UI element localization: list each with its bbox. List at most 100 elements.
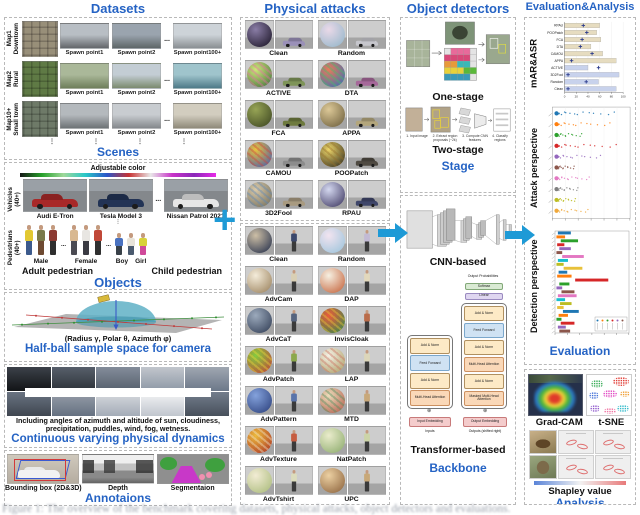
attack-sphere-thumb: [245, 386, 274, 415]
map-label: Map1Downtown: [7, 23, 21, 54]
scene-thumbnail: [173, 103, 222, 129]
tf-output-embedding: Output Embedding: [463, 417, 507, 427]
attack-label: DTA: [345, 90, 358, 97]
adversarial-texture-sphere: [320, 102, 345, 127]
tf-add-norm: Add & Norm: [464, 340, 504, 355]
svg-text:Random: Random: [551, 80, 564, 84]
scene-thumbnail: [112, 63, 161, 89]
attack-subject-thumb: [275, 100, 313, 129]
attack-unit: Clean: [244, 20, 313, 60]
person-silhouette: [290, 390, 297, 413]
shapley-label: Shapley value: [528, 486, 632, 497]
attack-label: POOPatch: [335, 170, 369, 177]
spawn-label: Spawn point100+: [174, 50, 222, 56]
attack-sphere-thumb: [318, 426, 347, 455]
adversarial-texture-sphere: [247, 348, 272, 373]
stage-section: One-stage 1. Input image 2. Extract regi…: [400, 17, 516, 193]
vehicle-thumbnail: [23, 179, 87, 212]
bbox-cell: Bounding box (2D&3D): [6, 454, 80, 492]
attack-subject-thumb: [348, 346, 386, 375]
attack-unit: DTA: [317, 60, 386, 100]
child-silhouette: [126, 233, 136, 257]
step-label: 4. Classify regions: [489, 135, 511, 142]
car-silhouette: [282, 156, 304, 167]
adversarial-texture-sphere: [320, 142, 345, 167]
scene-thumbnail: [112, 103, 161, 129]
attack-label: Clean: [269, 50, 288, 57]
svg-text:80: 80: [610, 95, 614, 99]
tsne-thumbnail: [586, 374, 632, 416]
attack-unit: FCA: [244, 100, 313, 140]
spawn-label: Spawn point100+: [174, 130, 222, 136]
object-detectors-title: Object detectors: [398, 1, 518, 16]
mar-asr-plot: RPAUPOOPatchFCADTACAMOUAPPAACTIVE3D2Fool…: [541, 20, 633, 106]
attack-unit: APPA: [317, 100, 386, 140]
white-strip: [25, 388, 211, 397]
ellipsis-dots: ...: [154, 196, 162, 203]
annotation-thumbnails: Bounding box (2D&3D) Depth Segmentaion: [6, 454, 230, 492]
vehicle-attacks-box: CleanRandomACTIVEDTAFCAAPPACAMOUPOOPatch…: [240, 17, 390, 221]
person-silhouette: [363, 470, 370, 493]
spawn-label: Spawn point1: [66, 130, 104, 136]
attack-sphere-thumb: [245, 140, 274, 169]
backbone-section: CNN-based Output Probabilities Softmax L…: [400, 195, 516, 505]
adversarial-texture-sphere: [247, 388, 272, 413]
map-area: Small town: [14, 103, 21, 136]
car-silhouette-white: [173, 192, 219, 209]
adjustable-color-label: Adjustable color: [6, 165, 230, 172]
attack-label: ACTIVE: [266, 90, 291, 97]
ellipsis-dots: ...: [163, 36, 171, 43]
attack-subject-thumb: [348, 386, 386, 415]
map-thumbnail: [22, 101, 58, 137]
depth-thumbnail: [82, 454, 154, 484]
spawn-label: Spawn point2: [118, 50, 156, 56]
attack-label: InvisCloak: [335, 336, 369, 343]
scene-row: Map2RuralSpawn point1Spawn point2...Spaw…: [6, 59, 230, 99]
attack-label: AdvCam: [265, 296, 293, 303]
female-group: Female: [69, 225, 103, 265]
step-label: 1. Input image: [405, 135, 429, 142]
attack-unit: UPC: [317, 466, 386, 505]
vehicle-name: Audi E-Tron: [37, 213, 74, 220]
detection-perspective-block: Detection perspective: [527, 230, 633, 342]
attack-label: Clean: [269, 256, 288, 263]
child-silhouette: [114, 233, 124, 257]
attack-label: DAP: [344, 296, 358, 303]
attack-unit: AdvTshirt: [244, 466, 313, 505]
camera-label: Half-ball sample space for camera: [6, 343, 230, 355]
adversarial-texture-sphere: [247, 182, 272, 207]
scene-thumbnail: [173, 23, 222, 49]
map-label: Map10+Small town: [7, 103, 21, 136]
dynamics-grid: [7, 367, 229, 416]
depth-cell: Depth: [81, 454, 155, 492]
attack-unit: Clean: [244, 226, 313, 266]
map-thumbnail: [22, 61, 58, 97]
camera-params: (Radius γ, Polar θ, Azimuth φ): [6, 334, 230, 343]
attack-unit: DAP: [317, 266, 386, 306]
ellipsis-dots: ...: [105, 242, 112, 248]
adversarial-texture-sphere: [247, 308, 272, 333]
shapley-photo: [529, 430, 557, 454]
segmentation-cell: Segmentaion: [156, 454, 230, 492]
attack-label: UPC: [344, 496, 358, 503]
datasets-title: Datasets: [4, 1, 232, 16]
scenes-section: Map1Downtown Spawn point1 Spawn point2... S…: [4, 17, 232, 160]
person-attack-grid: CleanRandomAdvCamDAPAdvCaTInvisCloakAdvP…: [244, 226, 386, 505]
attack-sphere-thumb: [318, 306, 347, 335]
step-label: 2. Extract region proposals (~2k): [429, 135, 461, 142]
car-silhouette: [355, 156, 377, 167]
one-stage-diagram: [404, 21, 512, 91]
scene-thumbnail: [60, 63, 109, 89]
bbox-label: Bounding box (2D&3D): [5, 485, 82, 492]
attack-subject-thumb: [275, 226, 313, 255]
attack-sphere-thumb: [318, 20, 347, 49]
pedestrians-axis-label: Pedestrians (40+): [8, 230, 22, 265]
attack-subject-thumb: [348, 466, 386, 495]
car-silhouette: [282, 36, 304, 47]
attack-sphere-thumb: [245, 426, 274, 455]
person-silhouette: [363, 270, 370, 293]
tf-linear: Linear: [465, 293, 503, 300]
attack-unit: AdvCaT: [244, 306, 313, 346]
svg-text:DTA: DTA: [557, 45, 564, 49]
camera-section: (Radius γ, Polar θ, Azimuth φ) Half-ball…: [4, 292, 232, 362]
